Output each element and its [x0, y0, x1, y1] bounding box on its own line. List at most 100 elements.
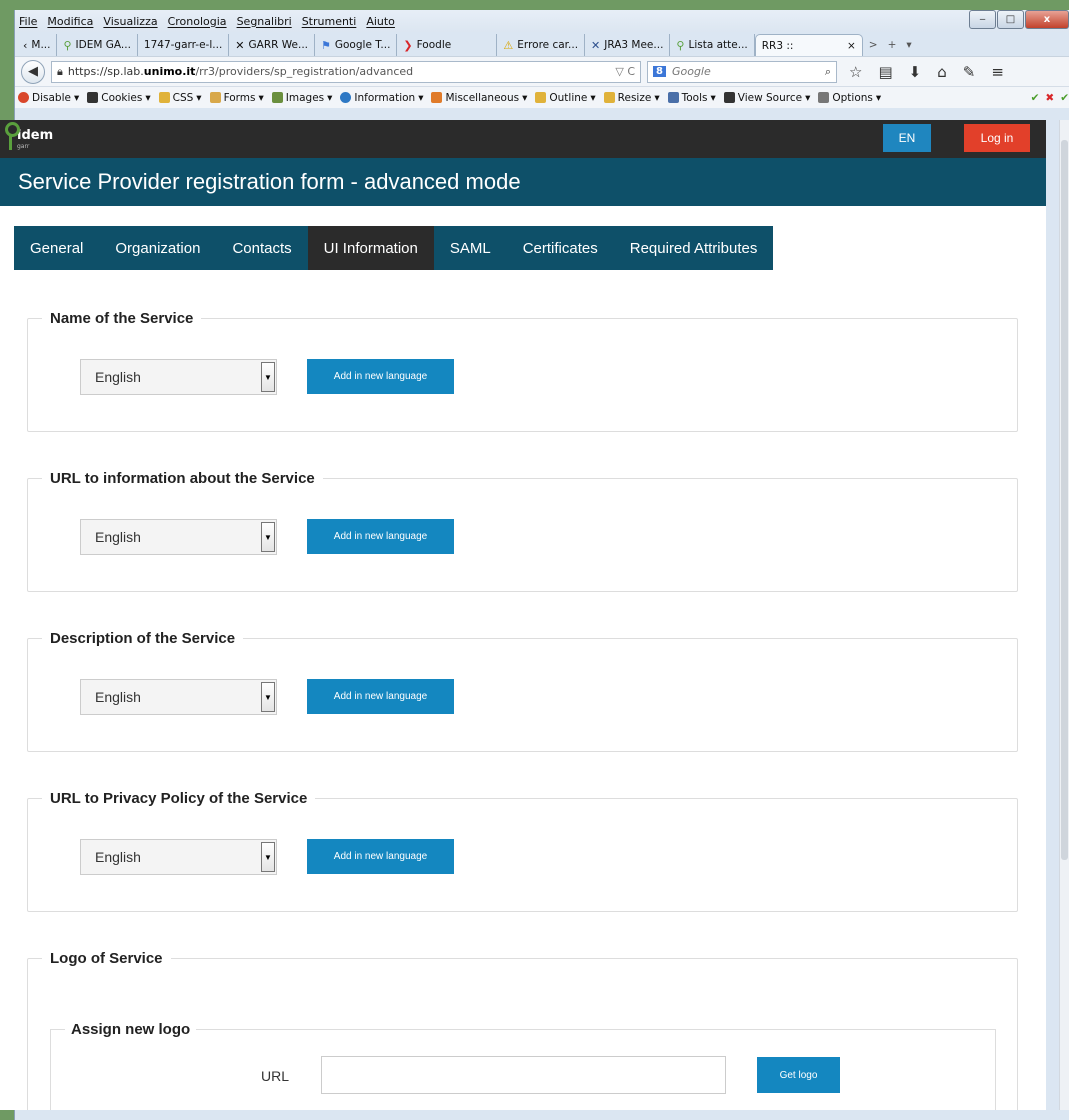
add-language-button[interactable]: Add in new language — [307, 679, 454, 714]
back-arrow-icon[interactable]: ◀ — [21, 59, 45, 84]
tab-list-icon[interactable]: ▾ — [906, 39, 911, 51]
tab-organization[interactable]: Organization — [99, 226, 216, 270]
webdev-cookies[interactable]: Cookies ▾ — [87, 91, 151, 104]
assign-logo-fieldset: Assign new logo URL Get logo — [50, 1021, 996, 1110]
browser-tab[interactable]: ⚲ IDEM GA... — [57, 34, 138, 56]
webdev-tools[interactable]: Tools ▾ — [667, 92, 716, 104]
browser-tab[interactable]: ✕ GARR We... — [229, 34, 315, 56]
tab-certificates[interactable]: Certificates — [507, 226, 614, 270]
menu-visualizza[interactable]: Visualizza — [103, 15, 157, 28]
inner-legend: Assign new logo — [71, 1021, 191, 1038]
tab-general[interactable]: General — [14, 226, 99, 270]
menu-icon[interactable]: ≡ — [991, 63, 1004, 81]
address-bar[interactable]: 🔒︎ https://sp.lab.unimo.it/rr3/providers… — [51, 60, 641, 83]
webdev-css[interactable]: CSS ▾ — [158, 91, 202, 104]
add-language-button[interactable]: Add in new language — [307, 839, 454, 874]
menu-file[interactable]: File — [19, 15, 37, 28]
webdev-miscellaneous[interactable]: Miscellaneous ▾ — [431, 92, 527, 104]
bookmark-star-icon[interactable]: ☆ — [849, 63, 862, 81]
tab-required-attributes[interactable]: Required Attributes — [614, 226, 774, 270]
webdev-forms[interactable]: Forms ▾ — [209, 92, 264, 104]
browser-tab[interactable]: ✕ JRA3 Mee... — [585, 34, 671, 56]
language-button[interactable]: EN — [883, 124, 931, 152]
add-language-button[interactable]: Add in new language — [307, 359, 454, 394]
url-path: /rr3/providers/sp_registration/advanced — [195, 65, 414, 78]
new-tab-icon[interactable]: + — [888, 39, 897, 51]
webdev-view-source[interactable]: View Source ▾ — [723, 91, 810, 104]
css-icon — [158, 92, 170, 103]
menu-cronologia[interactable]: Cronologia — [168, 15, 227, 28]
search-bar[interactable]: 8 Google ⌕ — [647, 60, 837, 83]
browser-tab[interactable]: 1747-garr-e-l... — [138, 34, 230, 56]
add-language-button[interactable]: Add in new language — [307, 519, 454, 554]
dropdown-arrow-icon[interactable]: ▼ — [261, 522, 275, 552]
idem-key-icon: ⚲ — [676, 38, 685, 52]
logo-name: idem — [17, 128, 54, 143]
get-logo-button[interactable]: Get logo — [757, 1057, 840, 1093]
webdev-images[interactable]: Images ▾ — [271, 92, 332, 104]
privacy-policy-url-section: URL to Privacy Policy of the Service Eng… — [27, 790, 1018, 912]
maximize-button[interactable]: □ — [997, 10, 1024, 29]
browser-tab[interactable]: ⚲ Lista atte... — [670, 34, 755, 56]
webdev-options[interactable]: Options ▾ — [818, 92, 881, 104]
tab-saml[interactable]: SAML — [434, 226, 507, 270]
tab-ui-information[interactable]: UI Information — [307, 226, 434, 270]
browser-tab[interactable]: ⚑ Google T... — [315, 34, 398, 56]
minimize-button[interactable]: ‒ — [969, 10, 996, 29]
language-select[interactable]: English ▼ — [80, 679, 277, 715]
site-logo[interactable]: idem garr — [4, 122, 53, 150]
menu-segnalibri[interactable]: Segnalibri — [237, 15, 292, 28]
menu-aiuto[interactable]: Aiuto — [366, 15, 395, 28]
select-value: English — [95, 849, 141, 865]
close-window-button[interactable]: x — [1025, 10, 1069, 29]
tab-label: Google T... — [334, 39, 391, 51]
language-row: English ▼ Add in new language — [80, 359, 454, 395]
jira-icon: ✕ — [591, 38, 601, 52]
browser-tab[interactable]: ‹ M... — [17, 34, 58, 56]
valid-html-icon[interactable]: ✔ — [1060, 92, 1069, 104]
error-icon[interactable]: ✖ — [1045, 92, 1054, 104]
logo-subtext: garr — [17, 143, 30, 150]
webdev-disable[interactable]: Disable ▾ — [18, 92, 79, 104]
language-select[interactable]: English ▼ — [80, 359, 277, 395]
language-row: English ▼ Add in new language — [80, 519, 454, 555]
browser-tab[interactable]: ❯ Foodle — [397, 34, 498, 56]
menu-strumenti[interactable]: Strumenti — [302, 15, 357, 28]
scrollbar-thumb[interactable] — [1061, 140, 1068, 860]
valid-css-icon[interactable]: ✔ — [1031, 92, 1040, 104]
dropdown-arrow-icon[interactable]: ▼ — [261, 682, 275, 712]
reading-list-icon[interactable]: ▤ — [878, 63, 892, 81]
webdev-outline[interactable]: Outline ▾ — [535, 92, 596, 104]
webdev-information[interactable]: Information ▾ — [340, 92, 423, 104]
webdev-label: CSS — [172, 91, 194, 104]
logo-url-input[interactable] — [321, 1056, 726, 1094]
chevron-left-icon[interactable]: ‹ — [23, 39, 27, 52]
page-scrollbar[interactable] — [1059, 120, 1069, 1110]
select-value: English — [95, 529, 141, 545]
search-icon[interactable]: ⌕ — [825, 65, 831, 79]
login-button[interactable]: Log in — [964, 124, 1030, 152]
search-engine-icon[interactable]: 8 — [653, 66, 666, 77]
dropdown-arrow-icon[interactable]: ▼ — [261, 362, 275, 392]
browser-tab-active[interactable]: RR3 :: × — [754, 34, 863, 56]
dropdown-arrow-icon[interactable]: ▼ — [261, 842, 275, 872]
reload-icon[interactable]: ▽ C — [615, 65, 635, 78]
menu-modifica[interactable]: Modifica — [47, 15, 93, 28]
webdev-label: Cookies — [101, 91, 143, 104]
scroll-tabs-icon[interactable]: > — [869, 39, 878, 51]
logo-text: idem garr — [17, 128, 53, 150]
url-label: URL — [261, 1068, 290, 1084]
addon-icon[interactable]: ✎ — [963, 63, 976, 81]
language-select[interactable]: English ▼ — [80, 839, 277, 875]
download-icon[interactable]: ⬇ — [909, 63, 922, 81]
webdev-resize[interactable]: Resize ▾ — [603, 92, 660, 104]
tab-label: M... — [31, 39, 51, 51]
home-icon[interactable]: ⌂ — [937, 63, 947, 81]
tab-label: Errore car... — [517, 39, 579, 51]
webdev-label: View Source — [737, 91, 803, 104]
tab-label: JRA3 Mee... — [604, 39, 664, 51]
language-select[interactable]: English ▼ — [80, 519, 277, 555]
tab-contacts[interactable]: Contacts — [216, 226, 307, 270]
browser-tab[interactable]: ⚠ Errore car... — [497, 34, 586, 56]
close-tab-icon[interactable]: × — [847, 40, 856, 52]
